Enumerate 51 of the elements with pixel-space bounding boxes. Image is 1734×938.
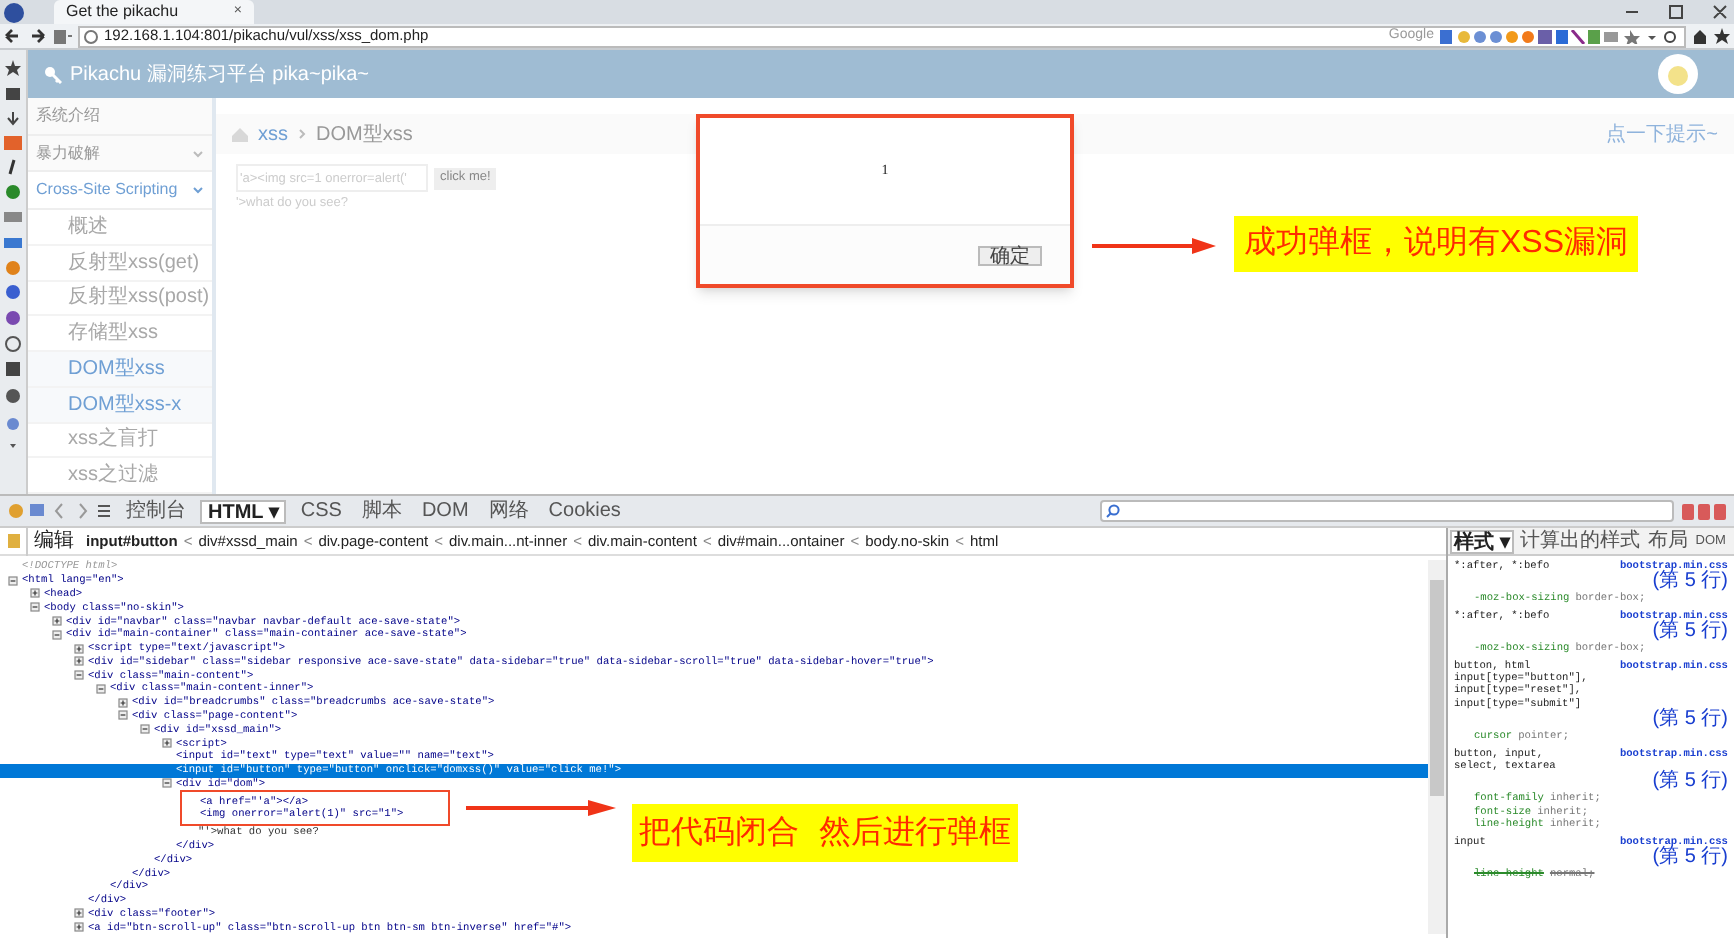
avatar-icon bbox=[1658, 54, 1698, 94]
ok-button[interactable]: 确定 bbox=[978, 245, 1042, 265]
annotation-label: 成功弹框，说明有XSS漏洞 bbox=[1234, 216, 1639, 272]
expand-icon bbox=[52, 616, 62, 627]
window-buttons-icon bbox=[1682, 503, 1726, 519]
site-title: Pikachu 漏洞练习平台 pika~pika~ bbox=[70, 61, 370, 89]
panel-tab[interactable]: HTML ▾ bbox=[200, 499, 287, 523]
expand-icon bbox=[74, 908, 84, 919]
arrow-drawing bbox=[1092, 238, 1216, 254]
expand-icon bbox=[118, 697, 128, 708]
breadcrumb-current: DOM型xss bbox=[316, 121, 413, 149]
panel-tab[interactable]: 控制台 bbox=[120, 499, 192, 523]
side-panel-tab[interactable]: 布局 bbox=[1645, 529, 1690, 553]
panel-tab[interactable]: CSS bbox=[294, 499, 348, 523]
annotation-label: 把代码闭合 然后进行弹框 bbox=[631, 804, 1019, 863]
collapse-icon bbox=[74, 670, 84, 681]
expand-icon bbox=[30, 588, 40, 599]
side-panel-tab[interactable]: 样式 ▾ bbox=[1450, 529, 1514, 553]
collapse-icon bbox=[30, 602, 40, 613]
search-field[interactable] bbox=[1100, 500, 1674, 522]
key-icon bbox=[44, 65, 62, 83]
line-number-link[interactable]: (第 5 行) bbox=[1652, 622, 1728, 643]
bookmark-star-icon bbox=[1714, 28, 1730, 44]
collapse-icon bbox=[96, 683, 106, 694]
panel-tab[interactable]: DOM bbox=[415, 499, 475, 523]
home-icon bbox=[232, 127, 248, 141]
expand-icon bbox=[162, 738, 172, 749]
line-number-link[interactable]: (第 5 行) bbox=[1652, 848, 1728, 869]
collapse-icon bbox=[118, 710, 128, 721]
collapse-icon bbox=[140, 724, 150, 735]
side-panel-tab[interactable]: 计算出的样式 bbox=[1517, 529, 1642, 553]
chevron-right-icon bbox=[298, 128, 306, 140]
expand-icon bbox=[74, 922, 84, 933]
grid-menu-icon bbox=[54, 29, 72, 43]
panel-tab[interactable]: Cookies bbox=[542, 499, 627, 523]
line-number-link[interactable]: (第 5 行) bbox=[1652, 572, 1728, 593]
home-icon bbox=[1692, 28, 1708, 44]
back-forward-icon bbox=[4, 28, 48, 44]
firebug-tools-icon bbox=[8, 502, 112, 520]
line-number-link[interactable]: (第 5 行) bbox=[1652, 772, 1728, 793]
panel-tab[interactable]: 脚本 bbox=[355, 499, 408, 523]
edit-button[interactable]: 编辑 bbox=[26, 526, 80, 556]
inspect-icon bbox=[8, 534, 20, 548]
globe-icon bbox=[84, 29, 98, 43]
collapse-icon bbox=[162, 778, 172, 789]
panel-tab[interactable]: 网络 bbox=[482, 499, 535, 523]
browser-logo-icon bbox=[2, 2, 26, 24]
search-icon bbox=[1106, 504, 1120, 518]
collapse-icon bbox=[8, 575, 18, 586]
line-number-link[interactable]: (第 5 行) bbox=[1652, 710, 1728, 731]
collapse-icon bbox=[52, 629, 62, 640]
